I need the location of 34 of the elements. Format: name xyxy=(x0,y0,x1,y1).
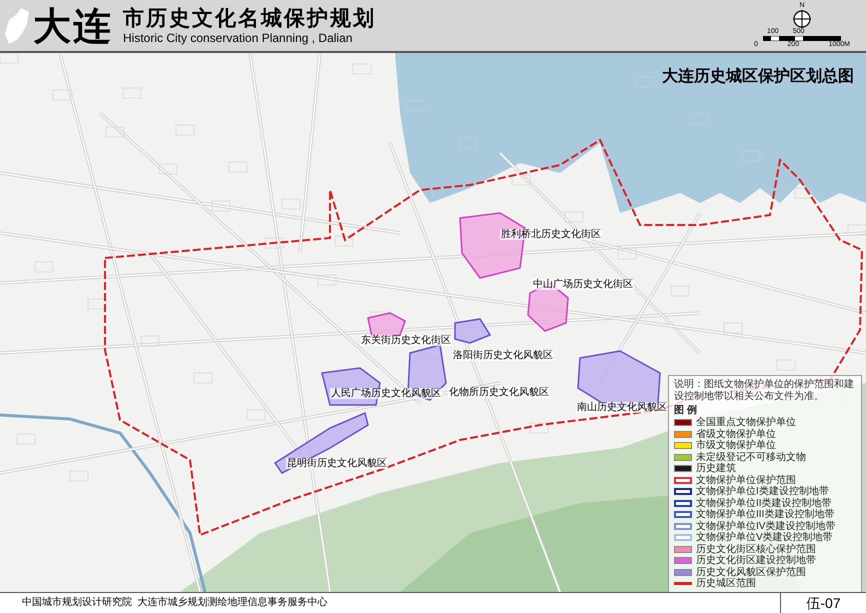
plan-subtitle: Historic City conservation Planning , Dalian xyxy=(123,31,354,46)
legend-label: 文物保护单位V类建设控制地带 xyxy=(696,532,833,544)
area-label: 胜利桥北历史文化街区 xyxy=(500,229,602,240)
legend-label: 文物保护单位保护范围 xyxy=(696,474,796,486)
legend-note: 说明：图纸文物保护单位的保护范围和建设控制地带以相关公布文件为准。 xyxy=(674,379,855,403)
area-label: 人民广场历史文化风貌区 xyxy=(330,388,442,399)
legend-label: 文物保护单位III类建设控制地带 xyxy=(696,509,834,520)
plan-title: 市历史文化名城保护规划 xyxy=(123,5,376,31)
legend-label: 历史文化街区核心保护范围 xyxy=(696,544,816,555)
legend-label: 历史城区范围 xyxy=(696,578,756,590)
area-label: 洛阳街历史文化风貌区 xyxy=(452,350,554,361)
legend-label: 文物保护单位I类建设控制地带 xyxy=(696,486,829,498)
north-arrow-icon xyxy=(793,10,811,28)
legend-label: 文物保护单位II类建设控制地带 xyxy=(696,498,832,509)
logo-text: 大连 xyxy=(33,6,113,44)
area-label: 昆明街历史文化风貌区 xyxy=(286,458,388,469)
area-label: 南山历史文化风貌区 xyxy=(576,402,668,413)
legend-label: 全国重点文物保护单位 xyxy=(696,417,796,428)
legend-label: 未定级登记不可移动文物 xyxy=(696,452,806,463)
area-label: 中山广场历史文化街区 xyxy=(532,279,634,290)
legend-label: 历史文化风貌区保护范围 xyxy=(696,566,806,578)
legend-label: 省级文物保护单位 xyxy=(696,428,776,440)
legend-label: 文物保护单位IV类建设控制地带 xyxy=(696,520,836,532)
conservation-area xyxy=(454,318,492,344)
legend-label: 历史文化街区建设控制地带 xyxy=(696,555,816,566)
organization-names: 中国城市规划设计研究院 大连市城乡规划测绘地理信息事务服务中心 xyxy=(21,596,329,610)
legend-heading: 图 例 xyxy=(674,404,698,417)
region-silhouette-icon xyxy=(3,6,31,46)
map-title: 大连历史城区保护区划总图 xyxy=(662,67,854,87)
sheet-number: 伍-07 xyxy=(780,593,866,613)
area-label: 化物所历史文化风貌区 xyxy=(448,387,550,398)
legend-label: 市级文物保护单位 xyxy=(696,440,776,452)
legend-label: 历史建筑 xyxy=(696,463,736,474)
area-label: 东关街历史文化街区 xyxy=(360,335,452,346)
